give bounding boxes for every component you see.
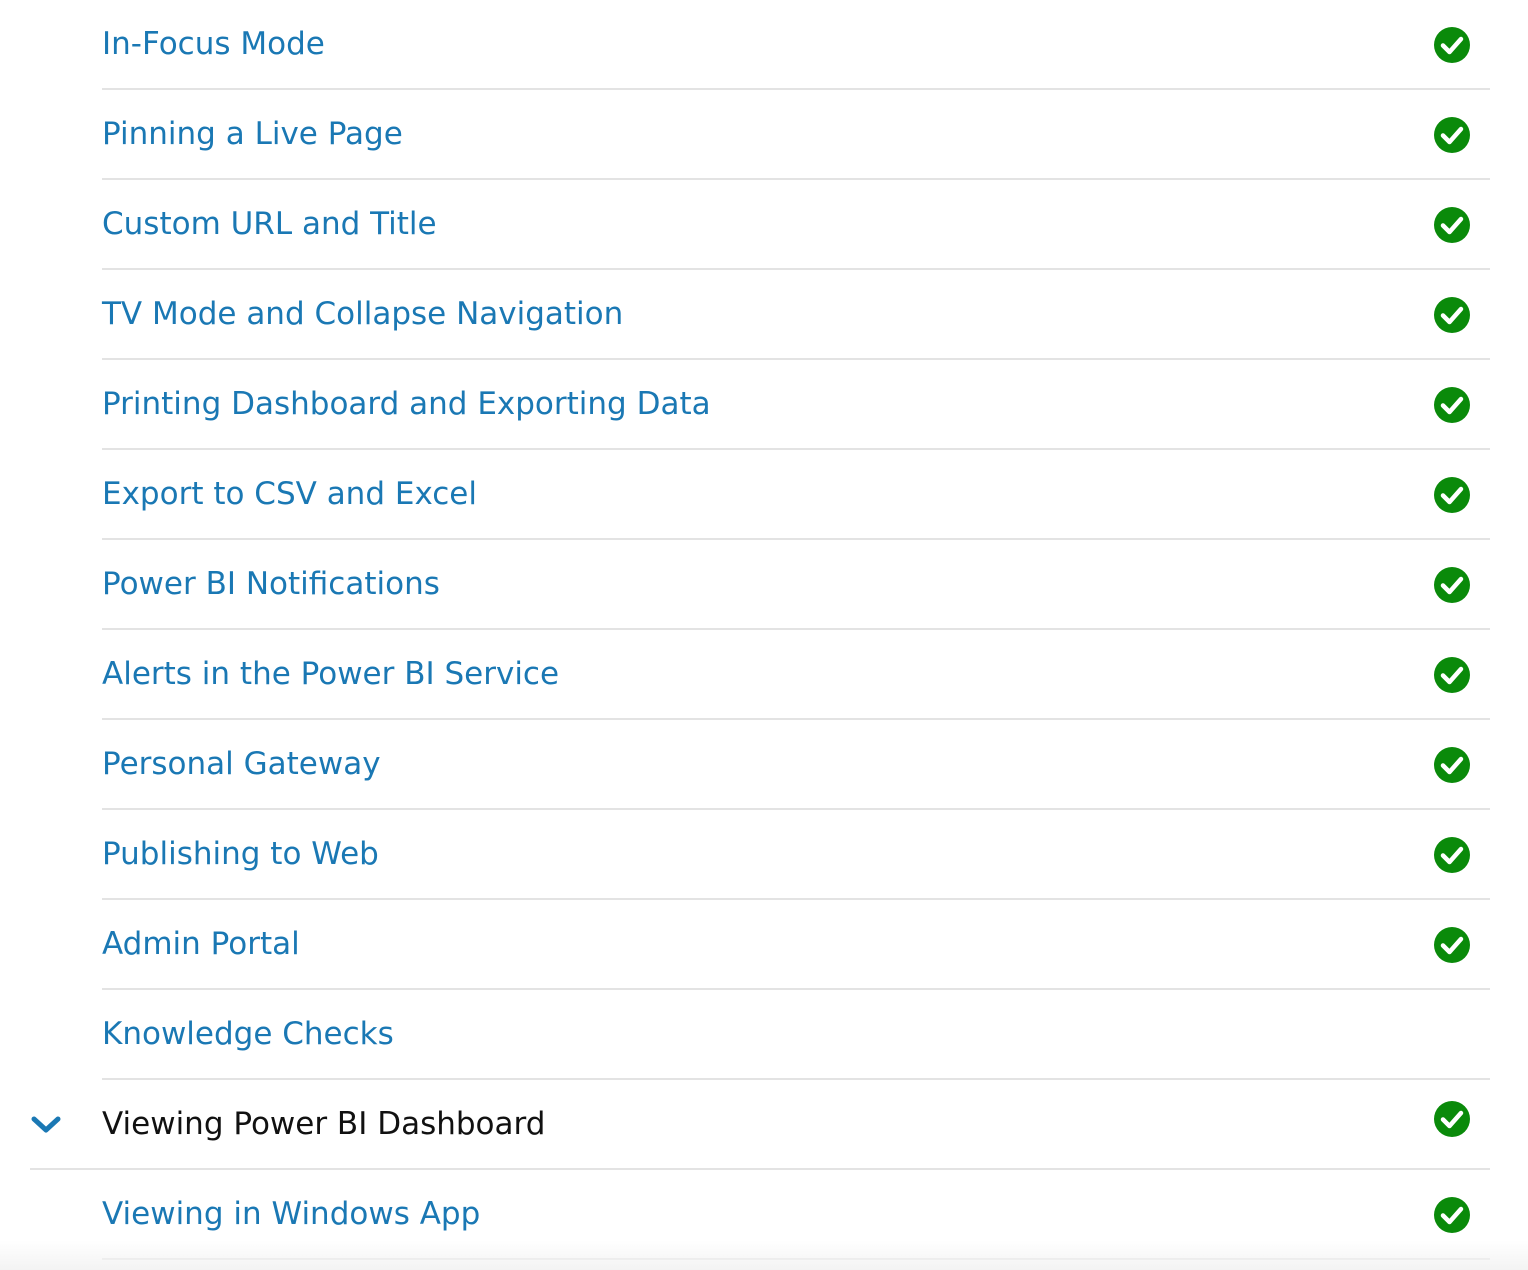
lesson-item[interactable]: Personal Gateway — [102, 720, 1490, 810]
lesson-title[interactable]: Power BI Notifications — [102, 562, 440, 606]
lesson-item[interactable]: Power BI Notifications — [102, 540, 1490, 630]
lesson-item[interactable]: Printing Dashboard and Exporting Data — [102, 360, 1490, 450]
lesson-title[interactable]: Admin Portal — [102, 922, 300, 966]
section-title[interactable]: Viewing Power BI Dashboard — [102, 1102, 545, 1146]
check-circle-icon — [1433, 116, 1471, 154]
lesson-item[interactable]: Alerts in the Power BI Service — [102, 630, 1490, 720]
lesson-item[interactable]: Knowledge Checks — [102, 990, 1490, 1080]
course-outline: In-Focus Mode Pinning a Live Page Custom… — [0, 0, 1528, 1270]
lesson-title[interactable]: Alerts in the Power BI Service — [102, 652, 559, 696]
lesson-item[interactable]: Export to CSV and Excel — [102, 450, 1490, 540]
lesson-title[interactable]: Viewing in Windows App — [102, 1192, 480, 1236]
check-circle-icon — [1433, 296, 1471, 334]
lesson-item[interactable]: Custom URL and Title — [102, 180, 1490, 270]
lesson-title[interactable]: Knowledge Checks — [102, 1012, 394, 1056]
lesson-title[interactable]: In-Focus Mode — [102, 22, 325, 66]
lesson-item[interactable]: TV Mode and Collapse Navigation — [102, 270, 1490, 360]
lesson-title[interactable]: Custom URL and Title — [102, 202, 437, 246]
check-circle-icon — [1433, 206, 1471, 244]
lesson-item[interactable]: In-Focus Mode — [102, 0, 1490, 90]
lesson-title[interactable]: Publishing to Web — [102, 832, 379, 876]
section-header[interactable]: Viewing Power BI Dashboard — [30, 1080, 1490, 1170]
check-circle-icon — [1433, 476, 1471, 514]
lesson-item[interactable]: Viewing in Windows App — [102, 1170, 1490, 1260]
chevron-down-icon[interactable] — [30, 1110, 62, 1142]
check-circle-icon — [1433, 1196, 1471, 1234]
check-circle-icon — [1433, 386, 1471, 424]
lesson-title[interactable]: Export to CSV and Excel — [102, 472, 477, 516]
lesson-item[interactable]: Pinning a Live Page — [102, 90, 1490, 180]
check-circle-icon — [1433, 566, 1471, 604]
lesson-title[interactable]: Pinning a Live Page — [102, 112, 403, 156]
check-circle-icon — [1433, 1100, 1471, 1138]
lesson-title[interactable]: Printing Dashboard and Exporting Data — [102, 382, 711, 426]
check-circle-icon — [1433, 836, 1471, 874]
lesson-title[interactable]: TV Mode and Collapse Navigation — [102, 292, 623, 336]
check-circle-icon — [1433, 26, 1471, 64]
lesson-title[interactable]: Personal Gateway — [102, 742, 381, 786]
lesson-item[interactable]: Admin Portal — [102, 900, 1490, 990]
check-circle-icon — [1433, 746, 1471, 784]
lesson-item[interactable]: Publishing to Web — [102, 810, 1490, 900]
check-circle-icon — [1433, 656, 1471, 694]
check-circle-icon — [1433, 926, 1471, 964]
